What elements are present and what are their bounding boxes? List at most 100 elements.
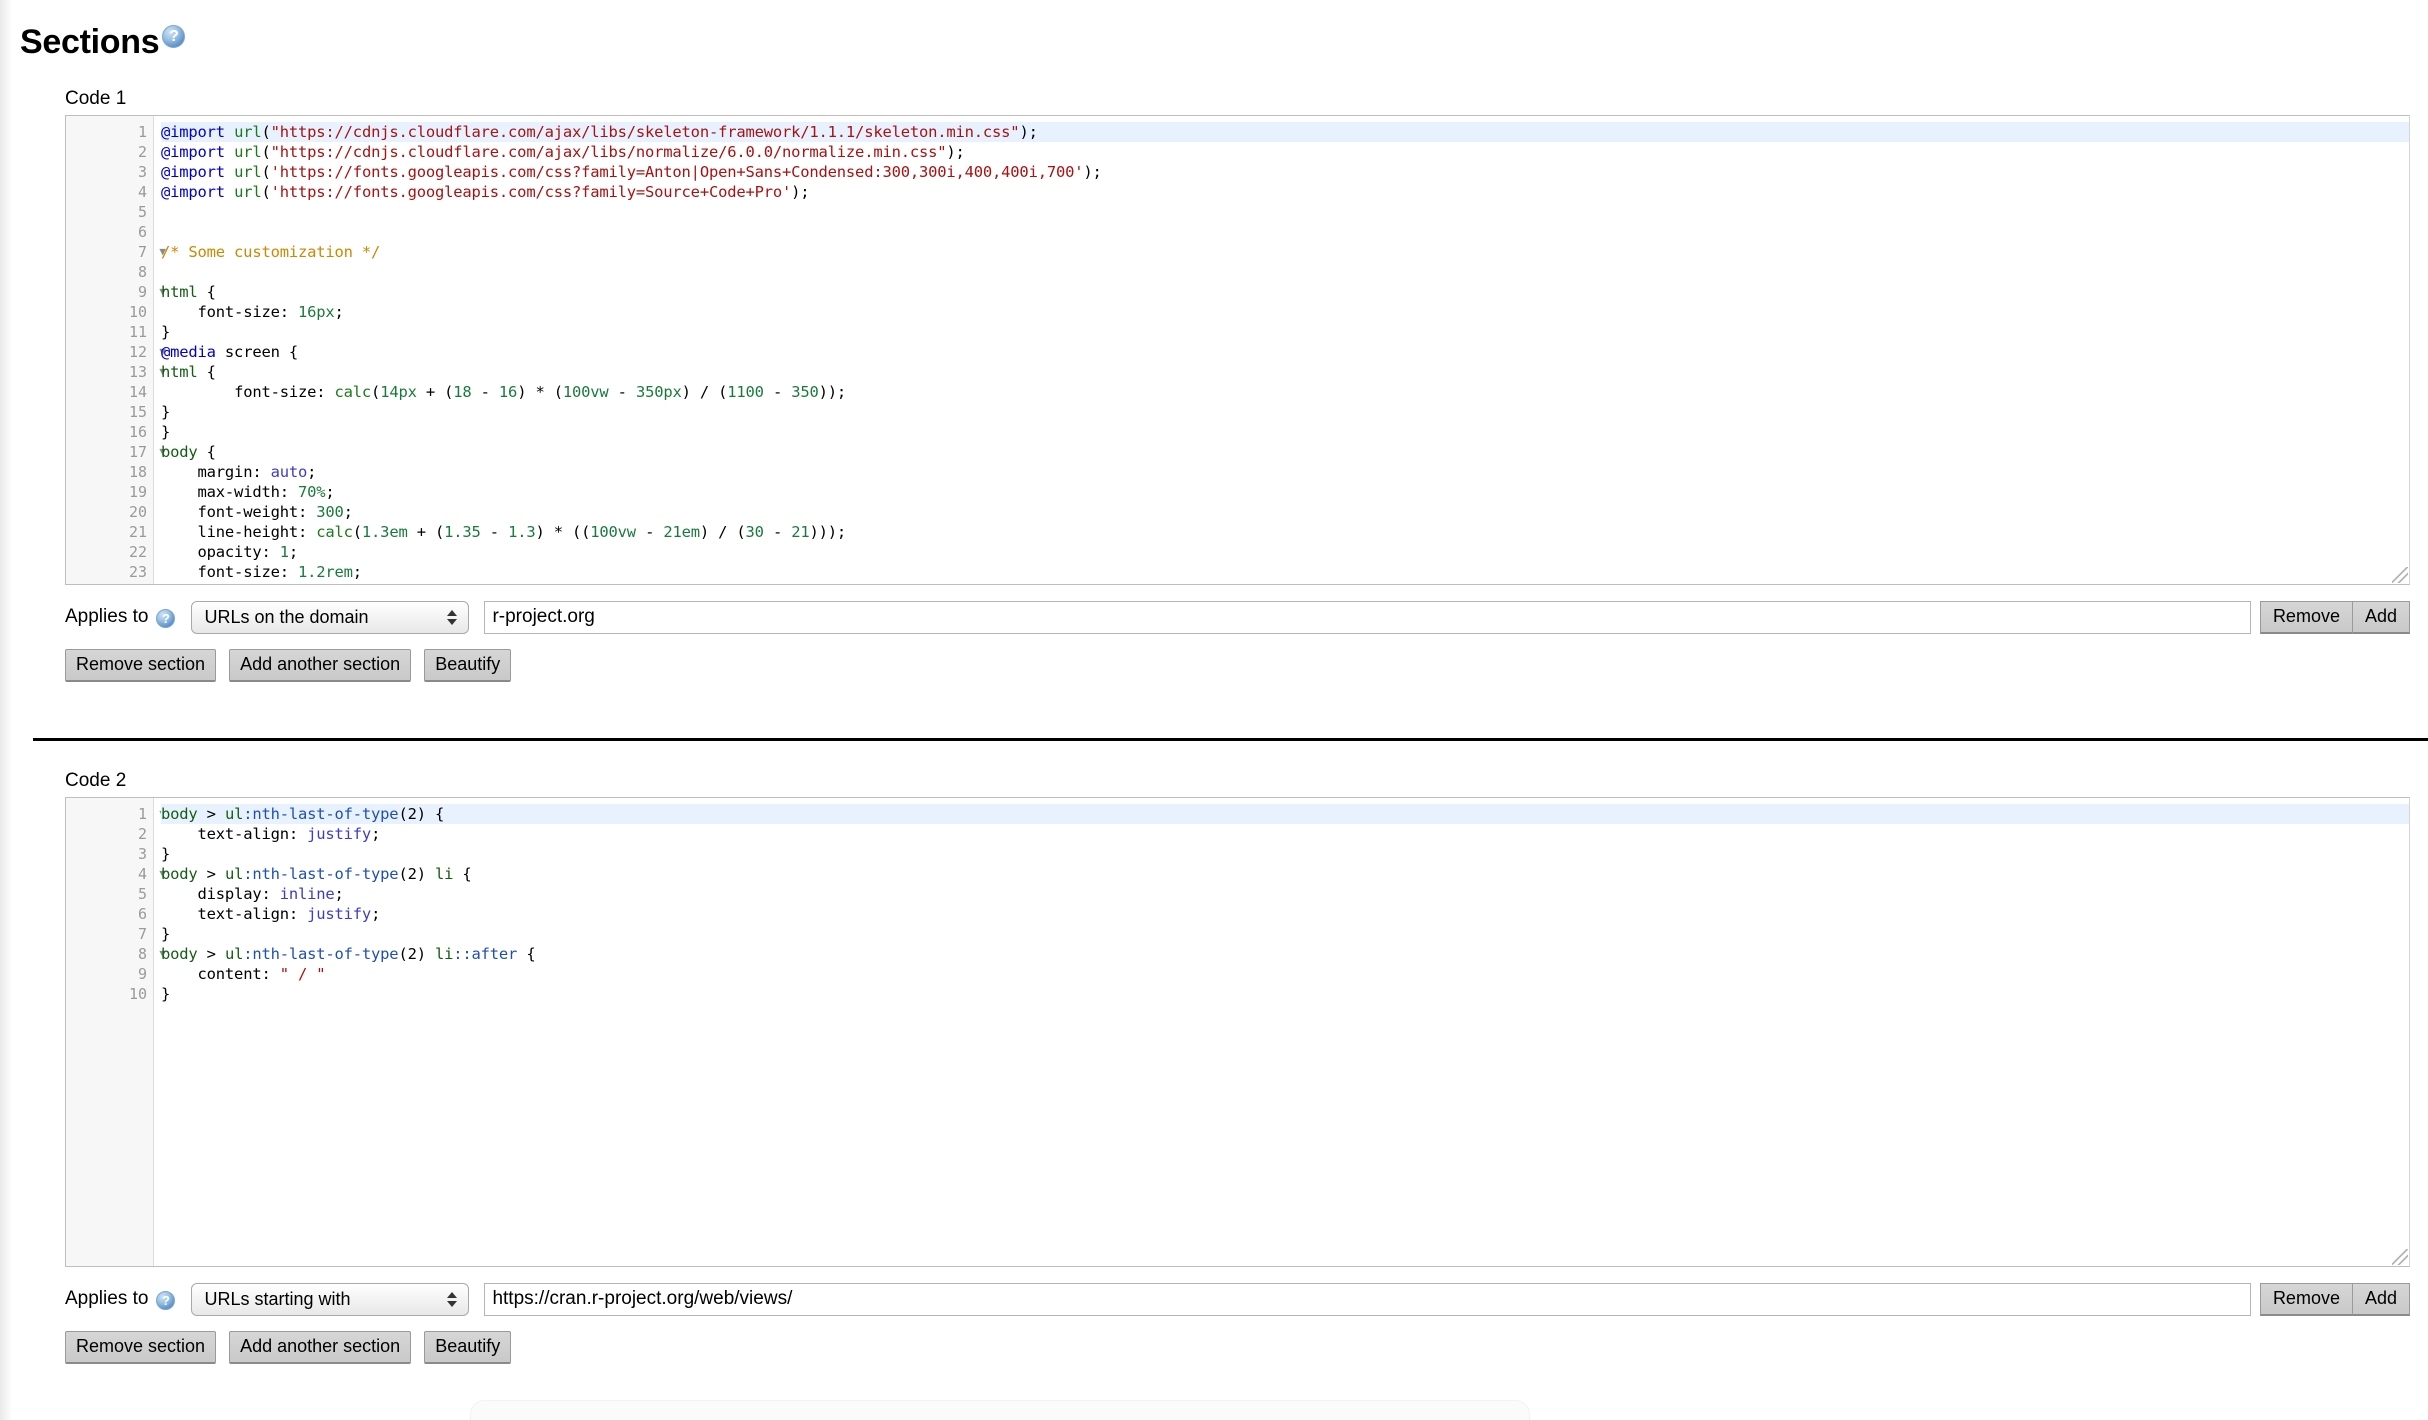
- line-number: 19: [66, 482, 153, 502]
- code-line[interactable]: body {: [161, 442, 2409, 462]
- line-number: 1: [66, 122, 153, 142]
- code-line[interactable]: @import url("https://cdnjs.cloudflare.co…: [161, 122, 2409, 142]
- code-line[interactable]: }: [161, 422, 2409, 442]
- sections-page: Sections Code 1 1234567▼89▼101112▼13▼141…: [0, 0, 2428, 1420]
- code-line[interactable]: html {: [161, 362, 2409, 382]
- code-line[interactable]: @import url('https://fonts.googleapis.co…: [161, 182, 2409, 202]
- page-title-text: Sections: [20, 23, 159, 62]
- applies-to-row-2: Applies to URLs on the domainURLs starti…: [65, 1281, 2410, 1317]
- line-number: 20: [66, 502, 153, 522]
- line-number: 9▼: [66, 282, 153, 302]
- line-number: 3: [66, 844, 153, 864]
- page-title: Sections: [20, 23, 185, 62]
- line-number: 3: [66, 162, 153, 182]
- code-line[interactable]: text-align: justify;: [161, 824, 2409, 844]
- code-line[interactable]: @media screen {: [161, 342, 2409, 362]
- section-1: Code 1 1234567▼89▼101112▼13▼14151617▼181…: [0, 88, 2428, 682]
- code-line[interactable]: [161, 262, 2409, 282]
- applies-to-url-input-1[interactable]: [484, 601, 2250, 634]
- applies-to-url-input-2[interactable]: [484, 1283, 2250, 1316]
- line-number: 10: [66, 984, 153, 1004]
- code-line[interactable]: display: inline;: [161, 884, 2409, 904]
- line-number: 22: [66, 542, 153, 562]
- code-line[interactable]: content: " / ": [161, 964, 2409, 984]
- section-1-label: Code 1: [65, 88, 2428, 110]
- code-line[interactable]: /* Some customization */: [161, 242, 2409, 262]
- remove-rule-button-2[interactable]: Remove: [2260, 1283, 2353, 1316]
- remove-section-button-2[interactable]: Remove section: [65, 1331, 216, 1364]
- line-number: 23: [66, 562, 153, 582]
- code-line[interactable]: font-size: 16px;: [161, 302, 2409, 322]
- add-another-section-button-2[interactable]: Add another section: [229, 1331, 411, 1364]
- applies-to-select-2[interactable]: URLs on the domainURLs starting withURLs…: [191, 1283, 469, 1316]
- code-line[interactable]: }: [161, 844, 2409, 864]
- code-line[interactable]: body > ul:nth-last-of-type(2) li {: [161, 864, 2409, 884]
- applies-to-label-text-1: Applies to: [65, 606, 148, 628]
- add-rule-button-2[interactable]: Add: [2352, 1283, 2410, 1316]
- code-line[interactable]: [161, 202, 2409, 222]
- code-line[interactable]: @import url('https://fonts.googleapis.co…: [161, 162, 2409, 182]
- line-number: 11: [66, 322, 153, 342]
- applies-to-label-1: Applies to: [65, 606, 175, 628]
- line-number: 14: [66, 382, 153, 402]
- code-line[interactable]: line-height: calc(1.3em + (1.35 - 1.3) *…: [161, 522, 2409, 542]
- line-number: 4: [66, 182, 153, 202]
- code-line[interactable]: [161, 222, 2409, 242]
- line-number: 1▼: [66, 804, 153, 824]
- code-editor-1[interactable]: 1234567▼89▼101112▼13▼14151617▼1819202122…: [65, 115, 2410, 585]
- applies-to-row-1: Applies to URLs on the domainURLs starti…: [65, 599, 2410, 635]
- code-line[interactable]: text-align: justify;: [161, 904, 2409, 924]
- line-number: 5: [66, 202, 153, 222]
- help-icon-applies-to-2[interactable]: [156, 1291, 175, 1310]
- help-icon[interactable]: [162, 25, 185, 48]
- code-line[interactable]: margin: auto;: [161, 462, 2409, 482]
- line-number: 10: [66, 302, 153, 322]
- code-line[interactable]: @import url("https://cdnjs.cloudflare.co…: [161, 142, 2409, 162]
- section-buttons-1: Remove section Add another section Beaut…: [65, 649, 2428, 682]
- code-line[interactable]: body > ul:nth-last-of-type(2) {: [161, 804, 2409, 824]
- add-rule-button-1[interactable]: Add: [2352, 601, 2410, 634]
- line-number: 8▼: [66, 944, 153, 964]
- help-icon-applies-to-1[interactable]: [156, 609, 175, 628]
- code-line[interactable]: html {: [161, 282, 2409, 302]
- beautify-button-2[interactable]: Beautify: [424, 1331, 511, 1364]
- code-content-2[interactable]: body > ul:nth-last-of-type(2) { text-ali…: [154, 798, 2409, 1266]
- line-number: 21: [66, 522, 153, 542]
- add-another-section-button-1[interactable]: Add another section: [229, 649, 411, 682]
- line-number: 2: [66, 824, 153, 844]
- line-number: 4▼: [66, 864, 153, 884]
- code-line[interactable]: font-size: calc(14px + (18 - 16) * (100v…: [161, 382, 2409, 402]
- code-line[interactable]: body > ul:nth-last-of-type(2) li::after …: [161, 944, 2409, 964]
- code-line[interactable]: }: [161, 984, 2409, 1004]
- code-line[interactable]: font-family: "Open Sans Condensed", sans…: [161, 582, 2409, 584]
- code-line[interactable]: max-width: 70%;: [161, 482, 2409, 502]
- applies-to-label-text-2: Applies to: [65, 1288, 148, 1310]
- section-2: Code 2 1▼234▼5678▼910 body > ul:nth-last…: [0, 770, 2428, 1364]
- code-editor-2[interactable]: 1▼234▼5678▼910 body > ul:nth-last-of-typ…: [65, 797, 2410, 1267]
- code-line[interactable]: }: [161, 924, 2409, 944]
- remove-section-button-1[interactable]: Remove section: [65, 649, 216, 682]
- line-number: 16: [66, 422, 153, 442]
- applies-to-select-1[interactable]: URLs on the domainURLs starting withURLs…: [191, 601, 469, 634]
- remove-rule-button-1[interactable]: Remove: [2260, 601, 2353, 634]
- line-number: 8: [66, 262, 153, 282]
- beautify-button-1[interactable]: Beautify: [424, 649, 511, 682]
- line-number: 7▼: [66, 242, 153, 262]
- section-buttons-2: Remove section Add another section Beaut…: [65, 1331, 2428, 1364]
- line-number: 17▼: [66, 442, 153, 462]
- code-content-1[interactable]: @import url("https://cdnjs.cloudflare.co…: [154, 116, 2409, 584]
- line-number: 2: [66, 142, 153, 162]
- code-line[interactable]: }: [161, 402, 2409, 422]
- code-line[interactable]: font-size: 1.2rem;: [161, 562, 2409, 582]
- code-line[interactable]: opacity: 1;: [161, 542, 2409, 562]
- line-number: 18: [66, 462, 153, 482]
- code-line[interactable]: font-weight: 300;: [161, 502, 2409, 522]
- line-number: 24: [66, 582, 153, 585]
- line-number: 9: [66, 964, 153, 984]
- line-number: 15: [66, 402, 153, 422]
- row-buttons-2: Remove Add: [2261, 1283, 2410, 1316]
- code-line[interactable]: }: [161, 322, 2409, 342]
- line-number-gutter-2: 1▼234▼5678▼910: [66, 798, 154, 1266]
- applies-to-select-wrap-2: URLs on the domainURLs starting withURLs…: [191, 1283, 469, 1316]
- section-divider: [33, 738, 2428, 741]
